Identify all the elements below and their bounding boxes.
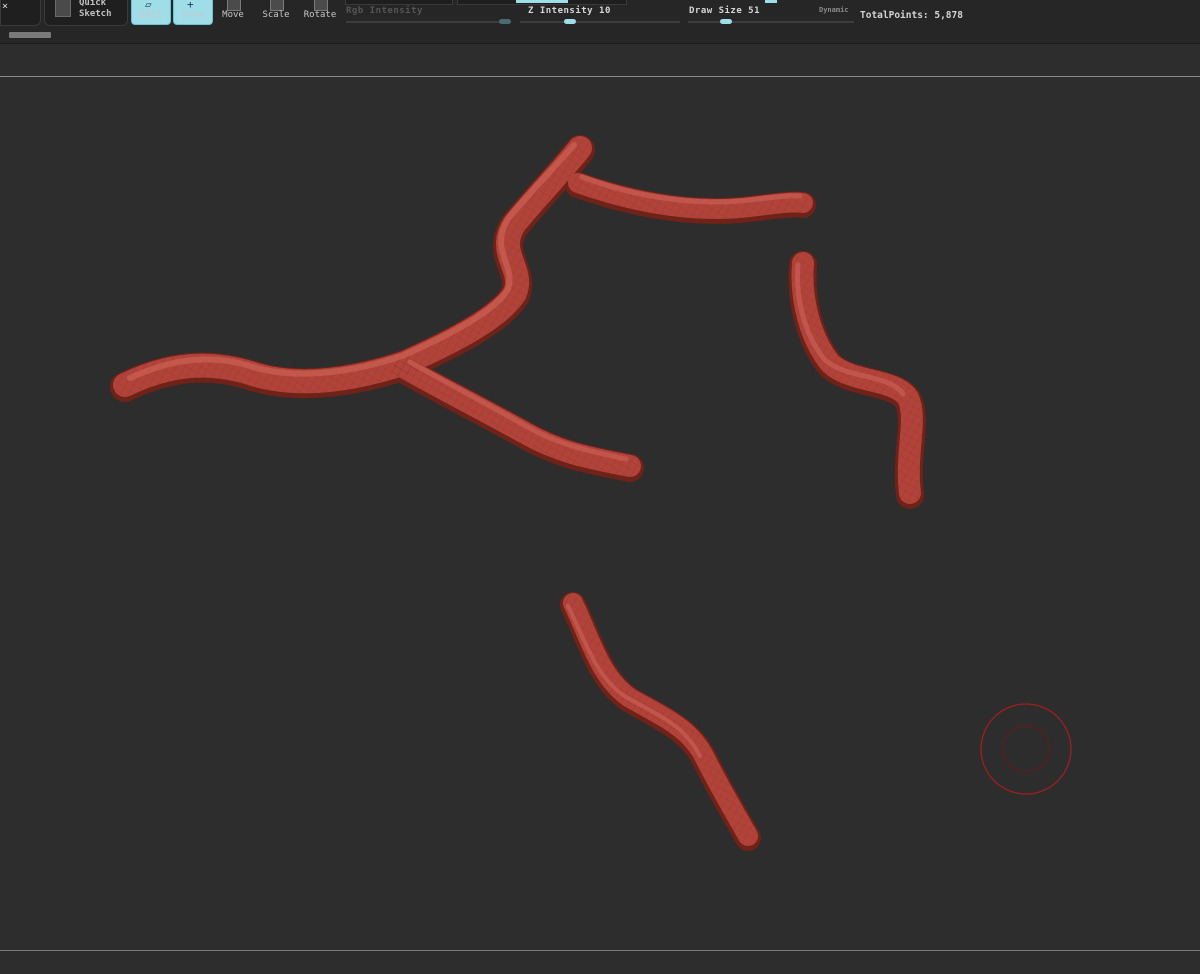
zsphere-stroke-branch[interactable] [110,135,816,482]
zsphere-stroke-right[interactable] [788,251,926,509]
brush-cursor-icon [980,703,1072,795]
sculpt-canvas[interactable] [0,0,1200,974]
zsphere-stroke-bottom[interactable] [560,592,761,851]
zbrush-app: × Quick Sketch ▱ Edit + Draw Move Scale [0,0,1200,974]
